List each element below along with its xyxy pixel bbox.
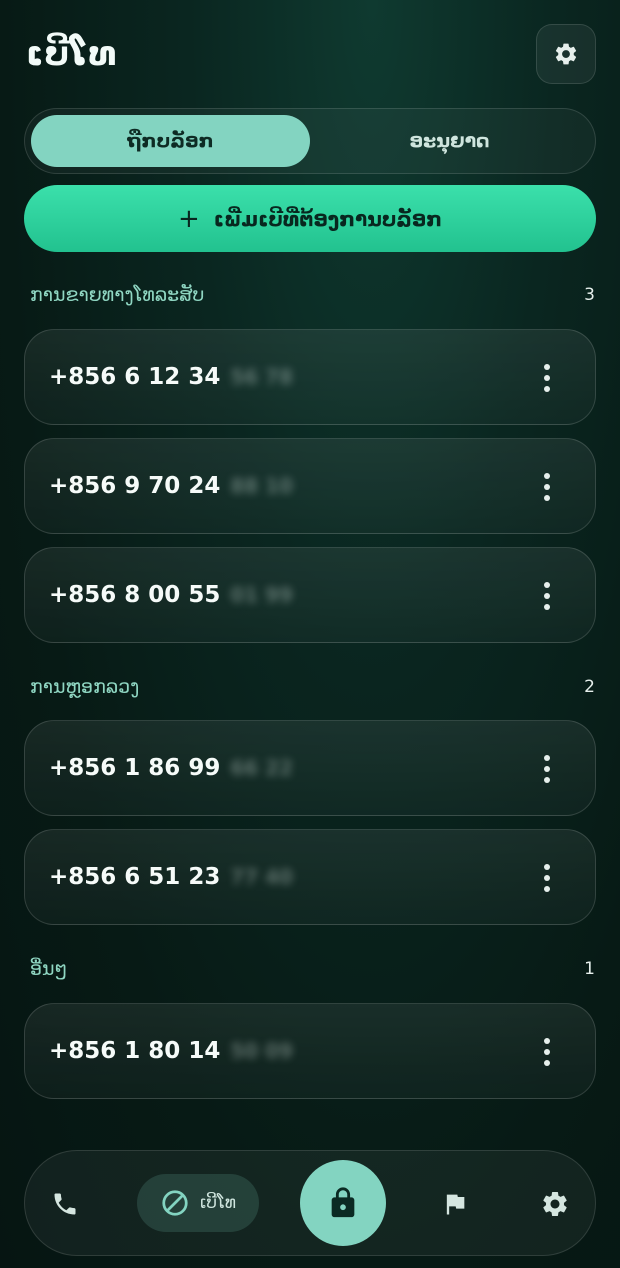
phone-icon [54,1193,76,1215]
add-button-label: ເພີ່ມເບີທີ່ຕ້ອງການບລັອກ [213,206,443,231]
bottom-navigation: ເບີໂທ [24,1150,596,1256]
phone-number: +856 9 70 24 [49,473,221,499]
gear-icon [555,43,577,65]
block-icon [162,1190,188,1216]
more-options-icon[interactable] [537,364,557,392]
plus-icon: + [177,203,200,234]
gear-icon [543,1192,567,1216]
section-header-scam: ການຫຼອກລວງ 2 [30,676,595,698]
blocked-number-card[interactable]: +856 6 51 23 77 40 [24,829,596,925]
page-title: ເບີໂທ [26,34,118,74]
nav-reports[interactable] [435,1184,475,1224]
more-options-icon[interactable] [537,864,557,892]
block-allow-toggle: ຖືກບລັອກ ອະນຸຍາດ [24,108,596,174]
more-options-icon[interactable] [537,473,557,501]
masked-digits: 56 78 [230,365,293,389]
masked-digits: 01 99 [230,583,293,607]
nav-lock-button[interactable] [300,1160,386,1246]
section-header-telemarketing: ການຂາຍທາງໂທລະສັບ 3 [30,284,595,306]
section-header-other: ອື່ນໆ 1 [30,958,595,980]
nav-blocked-label: ເບີໂທ [200,1193,236,1213]
phone-number: +856 1 80 14 [49,1038,221,1064]
masked-digits: 77 40 [230,865,293,889]
nav-settings[interactable] [535,1184,575,1224]
masked-digits: 66 22 [230,756,293,780]
lock-icon [331,1187,355,1218]
blocked-number-card[interactable]: +856 6 12 34 56 78 [24,329,596,425]
more-options-icon[interactable] [537,582,557,610]
blocked-number-card[interactable]: +856 1 86 99 66 22 [24,720,596,816]
masked-digits: 88 10 [230,474,293,498]
more-options-icon[interactable] [537,755,557,783]
add-blocked-number-button[interactable]: + ເພີ່ມເບີທີ່ຕ້ອງການບລັອກ [24,185,596,252]
section-count: 1 [584,959,595,979]
section-count: 2 [584,677,595,697]
blocked-number-card[interactable]: +856 1 80 14 50 09 [24,1003,596,1099]
phone-number: +856 8 00 55 [49,582,221,608]
settings-button[interactable] [536,24,596,84]
nav-calls[interactable] [45,1184,85,1224]
section-title: ການຫຼອກລວງ [30,676,140,698]
more-options-icon[interactable] [537,1038,557,1066]
tab-allowed[interactable]: ອະນຸຍາດ [310,115,589,167]
masked-digits: 50 09 [230,1039,293,1063]
nav-blocked-numbers[interactable]: ເບີໂທ [137,1174,259,1232]
section-count: 3 [584,285,595,305]
section-title: ອື່ນໆ [30,958,68,980]
phone-number: +856 6 51 23 [49,864,221,890]
tab-blocked[interactable]: ຖືກບລັອກ [31,115,310,167]
phone-number: +856 6 12 34 [49,364,221,390]
phone-number: +856 1 86 99 [49,755,221,781]
section-title: ການຂາຍທາງໂທລະສັບ [30,284,205,306]
blocked-number-card[interactable]: +856 8 00 55 01 99 [24,547,596,643]
flag-icon [446,1194,465,1215]
blocked-number-card[interactable]: +856 9 70 24 88 10 [24,438,596,534]
